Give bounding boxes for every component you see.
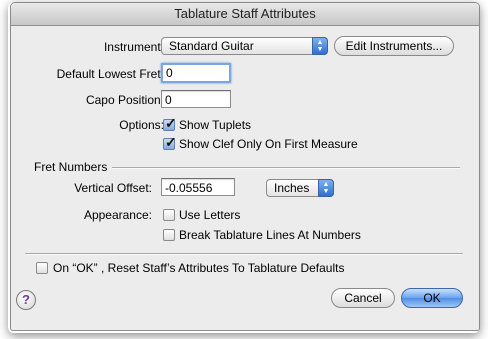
use-letters-label: Use Letters	[179, 208, 241, 222]
reset-defaults-checkbox[interactable]	[36, 262, 48, 274]
edit-instruments-button[interactable]: Edit Instruments...	[334, 36, 454, 56]
use-letters-checkbox[interactable]	[163, 209, 175, 221]
capo-label: Capo Position:	[85, 93, 164, 107]
reset-defaults-label: On “OK” , Reset Staff’s Attributes To Ta…	[53, 261, 345, 275]
break-lines-checkbox[interactable]	[163, 229, 175, 241]
vertical-offset-input[interactable]: -0.05556	[161, 178, 235, 196]
fret-numbers-heading: Fret Numbers	[34, 160, 108, 174]
show-clef-label: Show Clef Only On First Measure	[179, 137, 358, 151]
instrument-value: Standard Guitar	[169, 39, 254, 53]
lowest-fret-label: Default Lowest Fret:	[56, 67, 164, 81]
lowest-fret-input[interactable]: 0	[161, 63, 231, 83]
options-label: Options:	[119, 118, 164, 132]
checkmark-icon: ✓	[165, 115, 177, 131]
show-clef-checkbox[interactable]: ✓	[163, 134, 177, 150]
popup-arrows-icon: ▲ ▼	[318, 179, 334, 197]
show-tuplets-checkbox[interactable]: ✓	[163, 115, 177, 131]
appearance-label: Appearance:	[83, 208, 152, 222]
separator	[112, 167, 460, 169]
capo-input[interactable]: 0	[161, 90, 231, 108]
window-title: Tablature Staff Attributes	[11, 3, 479, 26]
popup-arrows-icon: ▲ ▼	[312, 37, 328, 55]
help-icon[interactable]: ?	[16, 290, 36, 310]
ok-button[interactable]: OK	[401, 288, 463, 308]
dialog-window: Tablature Staff Attributes Instrument: S…	[10, 2, 480, 331]
units-value: Inches	[274, 181, 310, 195]
instrument-select[interactable]: Standard Guitar ▲ ▼	[161, 37, 328, 55]
units-select[interactable]: Inches ▲ ▼	[266, 179, 334, 197]
vertical-offset-label: Vertical Offset:	[74, 181, 152, 195]
cancel-button[interactable]: Cancel	[331, 288, 395, 308]
instrument-label: Instrument:	[103, 40, 164, 54]
separator	[25, 253, 463, 255]
break-lines-label: Break Tablature Lines At Numbers	[179, 228, 361, 242]
show-tuplets-label: Show Tuplets	[179, 118, 252, 132]
checkmark-icon: ✓	[165, 134, 177, 150]
